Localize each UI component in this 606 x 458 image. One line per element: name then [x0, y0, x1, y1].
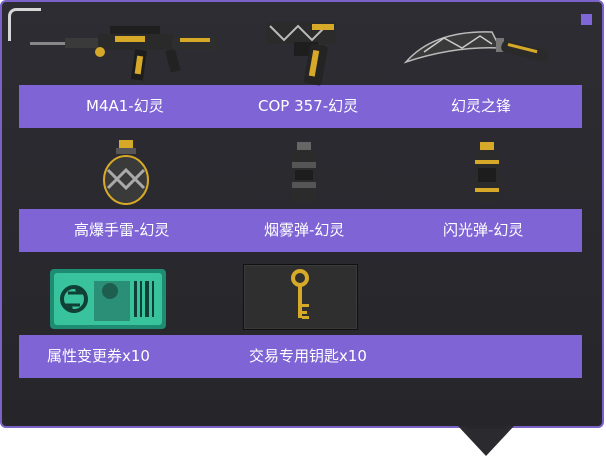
item-label: 烟雾弹-幻灵	[264, 221, 345, 239]
pistol-icon[interactable]	[264, 16, 344, 92]
item-label: 高爆手雷-幻灵	[74, 221, 170, 239]
corner-square-icon	[581, 14, 592, 25]
item-label: M4A1-幻灵	[86, 97, 164, 115]
flash-grenade-icon[interactable]	[472, 142, 502, 208]
ticket-icon[interactable]	[50, 269, 166, 333]
key-icon[interactable]	[242, 263, 359, 334]
knife-icon[interactable]	[403, 24, 554, 78]
tooltip-pointer	[458, 426, 514, 456]
tooltip-pointer-join	[466, 426, 506, 429]
item-label: 闪光弹-幻灵	[443, 221, 524, 239]
item-label: COP 357-幻灵	[258, 97, 359, 115]
grenade-icon[interactable]	[102, 138, 152, 210]
item-label: 交易专用钥匙x10	[249, 347, 367, 365]
smoke-grenade-icon[interactable]	[289, 142, 319, 208]
item-label: 幻灵之锋	[451, 97, 512, 115]
item-label: 属性变更券x10	[47, 347, 150, 365]
reward-panel: M4A1-幻灵 COP 357-幻灵 幻灵之锋 高爆手雷-幻灵 烟雾弹-幻灵 闪…	[0, 0, 604, 428]
rifle-icon[interactable]	[30, 16, 225, 90]
